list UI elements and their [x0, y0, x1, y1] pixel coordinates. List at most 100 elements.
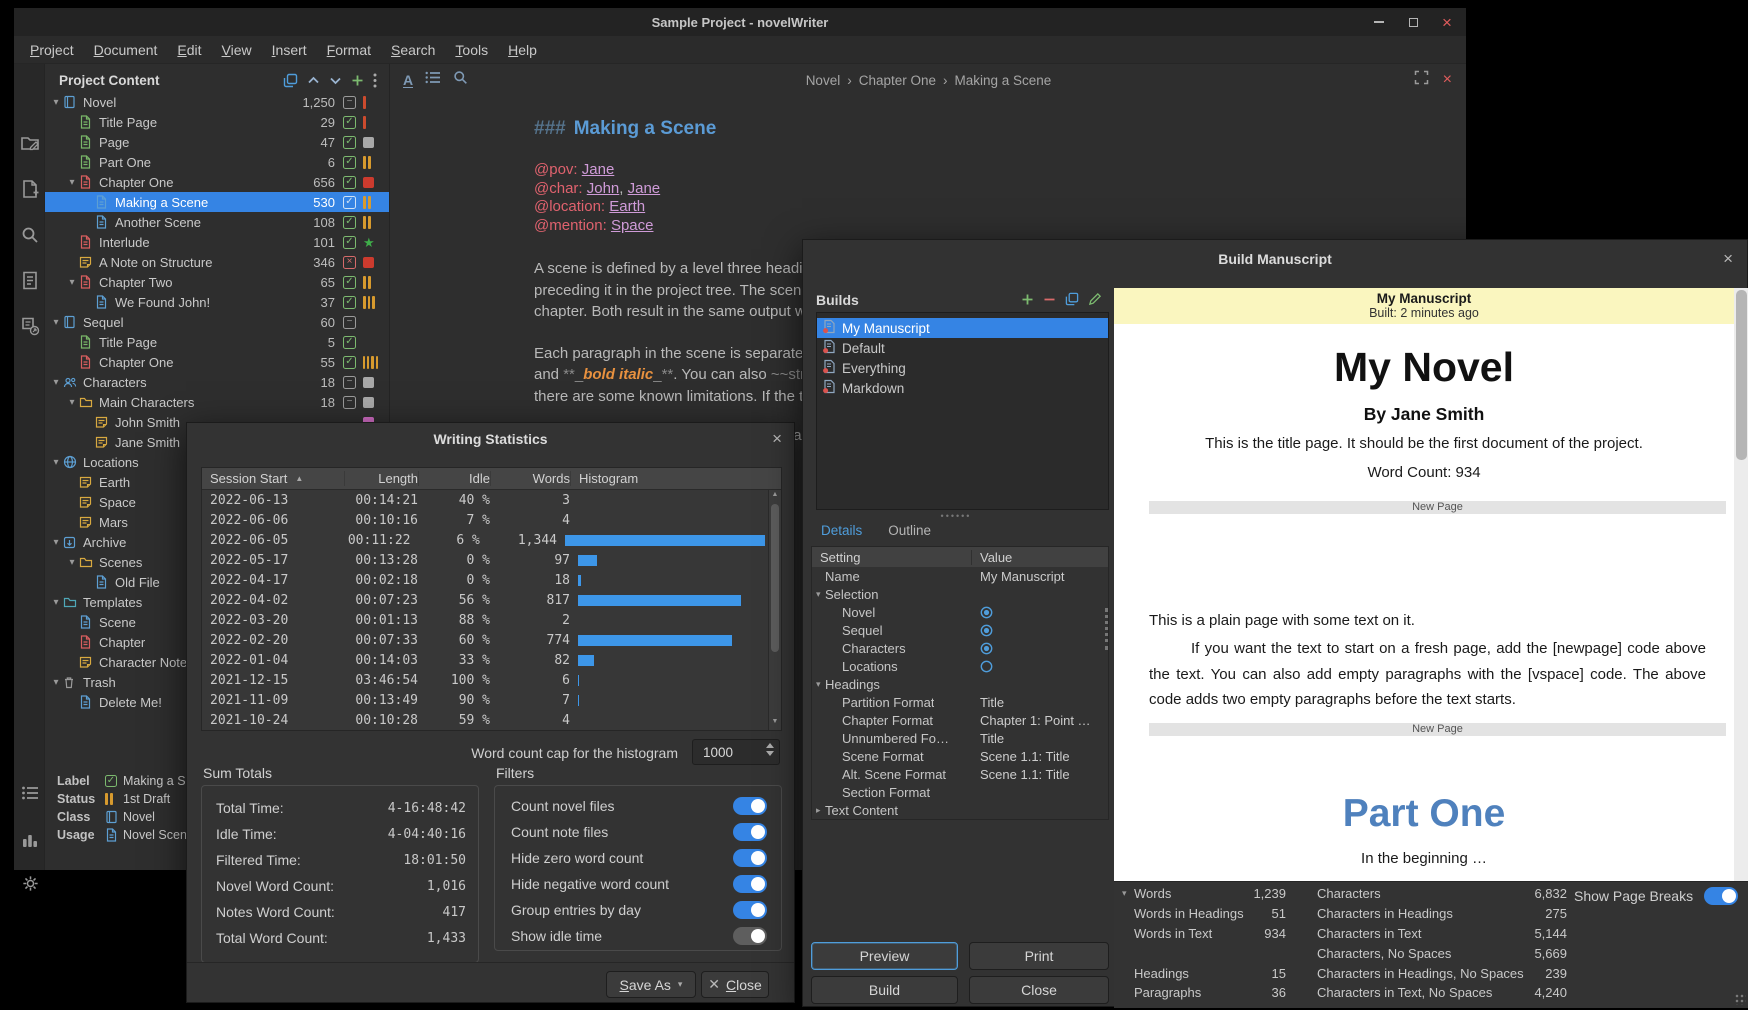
- expand-arrow-icon[interactable]: ▾: [49, 97, 63, 108]
- included-checkbox[interactable]: ✓: [343, 216, 356, 229]
- expand-arrow-icon[interactable]: ▾: [49, 597, 63, 608]
- tree-row-main-characters[interactable]: ▾ Main Characters 18 −: [45, 392, 389, 412]
- session-row[interactable]: 2021-11-0900:13:49 90 %7: [202, 690, 781, 710]
- tag-link[interactable]: Jane: [582, 161, 615, 178]
- tab-details[interactable]: Details: [821, 523, 862, 538]
- menu-item-document[interactable]: Document: [84, 39, 168, 61]
- splitter-handle[interactable]: ••••••: [803, 511, 1109, 521]
- scrollbar-handle[interactable]: [771, 504, 779, 652]
- project-tree-icon[interactable]: [19, 132, 41, 154]
- toggle-count-novel-files[interactable]: [733, 797, 767, 815]
- included-checkbox[interactable]: ✓: [343, 356, 356, 369]
- tag-link[interactable]: Earth: [609, 198, 645, 215]
- tree-row-page[interactable]: Page 47 ✓: [45, 132, 389, 152]
- col-idle[interactable]: Idle: [418, 471, 490, 486]
- session-row[interactable]: 2022-05-1700:13:28 0 %97: [202, 550, 781, 570]
- session-row[interactable]: 2021-10-2400:10:28 59 %4: [202, 710, 781, 730]
- menu-dots-icon[interactable]: [373, 73, 377, 88]
- move-down-icon[interactable]: [329, 76, 342, 85]
- menu-item-edit[interactable]: Edit: [167, 39, 211, 61]
- build-item-everything[interactable]: Everything: [817, 358, 1108, 378]
- session-row[interactable]: 2022-04-1700:02:18 0 %18: [202, 570, 781, 590]
- session-row[interactable]: 2022-06-0600:10:16 7 %4: [202, 510, 781, 530]
- included-checkbox[interactable]: ✓: [343, 336, 356, 349]
- session-row[interactable]: 2021-12-1503:46:54 100 %6: [202, 670, 781, 690]
- setting-row-locations[interactable]: Locations: [812, 657, 1108, 675]
- tree-row-a-note-on-structure[interactable]: A Note on Structure 346 ×: [45, 252, 389, 272]
- expand-arrow-icon[interactable]: ▾: [49, 377, 63, 388]
- move-up-icon[interactable]: [307, 76, 320, 85]
- close-button[interactable]: ✕Close: [701, 971, 769, 998]
- included-checkbox[interactable]: ✓: [343, 116, 356, 129]
- setting-row-scene-format[interactable]: Scene FormatScene 1.1: Title: [812, 747, 1108, 765]
- expand-arrow-icon[interactable]: ▾: [49, 677, 63, 688]
- add-icon[interactable]: [351, 74, 364, 87]
- included-checkbox[interactable]: ✓: [343, 276, 356, 289]
- expand-arrow-icon[interactable]: ▸: [812, 805, 825, 816]
- close-button[interactable]: Close: [969, 976, 1109, 1004]
- included-checkbox[interactable]: ✓: [343, 236, 356, 249]
- spin-down-icon[interactable]: [766, 751, 774, 756]
- close-icon[interactable]: ×: [1723, 250, 1733, 267]
- included-checkbox[interactable]: ✓: [343, 156, 356, 169]
- writing-stats-icon[interactable]: [19, 829, 41, 851]
- preview-button[interactable]: Preview: [811, 942, 958, 970]
- menu-item-view[interactable]: View: [212, 39, 262, 61]
- col-length[interactable]: Length: [344, 471, 418, 486]
- maximize-icon[interactable]: [1404, 13, 1422, 31]
- session-row[interactable]: 2022-06-0500:11:22 6 %1,344: [202, 530, 781, 550]
- spin-up-icon[interactable]: [766, 743, 774, 748]
- tree-row-making-a-scene[interactable]: Making a Scene 530 ✓: [45, 192, 389, 212]
- included-checkbox[interactable]: ✓: [343, 136, 356, 149]
- tree-row-chapter-one[interactable]: Chapter One 55 ✓: [45, 352, 389, 372]
- build-button[interactable]: Build: [811, 976, 958, 1004]
- expand-arrow-icon[interactable]: ▾: [65, 277, 79, 288]
- radio-locations[interactable]: [980, 660, 993, 673]
- close-icon[interactable]: ×: [1443, 73, 1452, 87]
- breadcrumb-item[interactable]: Chapter One: [859, 73, 936, 88]
- included-checkbox[interactable]: ✓: [343, 296, 356, 309]
- scroll-up-icon[interactable]: ▲: [769, 491, 781, 502]
- settings-icon[interactable]: [19, 872, 41, 894]
- tree-row-interlude[interactable]: Interlude 101 ✓ ★: [45, 232, 389, 252]
- menu-item-project[interactable]: Project: [20, 39, 84, 61]
- scroll-down-icon[interactable]: ▼: [769, 718, 781, 729]
- setting-row-alt-scene-format[interactable]: Alt. Scene FormatScene 1.1: Title: [812, 765, 1108, 783]
- tree-row-part-one[interactable]: Part One 6 ✓: [45, 152, 389, 172]
- radio-sequel[interactable]: [980, 624, 993, 637]
- minimize-icon[interactable]: [1370, 13, 1388, 31]
- expand-arrow-icon[interactable]: ▾: [49, 537, 63, 548]
- setting-row-text-content[interactable]: ▸ Text Content: [812, 801, 1108, 819]
- session-row[interactable]: 2022-03-2000:01:13 88 %2: [202, 610, 781, 630]
- build-item-default[interactable]: Default: [817, 338, 1108, 358]
- tree-row-novel[interactable]: ▾ Novel 1,250 −: [45, 92, 389, 112]
- included-checkbox[interactable]: −: [343, 396, 356, 409]
- menu-item-search[interactable]: Search: [381, 39, 445, 61]
- session-row[interactable]: 2022-01-0400:14:03 33 %82: [202, 650, 781, 670]
- setting-row-name[interactable]: NameMy Manuscript: [812, 567, 1108, 585]
- tree-row-another-scene[interactable]: Another Scene 108 ✓: [45, 212, 389, 232]
- expand-arrow-icon[interactable]: ▾: [65, 557, 79, 568]
- setting-row-characters[interactable]: Characters: [812, 639, 1108, 657]
- tag-link[interactable]: Space: [611, 217, 654, 234]
- build-export-icon[interactable]: [19, 315, 41, 337]
- setting-row-sequel[interactable]: Sequel: [812, 621, 1108, 639]
- edit-icon[interactable]: [1088, 292, 1102, 306]
- setting-row-partition-format[interactable]: Partition FormatTitle: [812, 693, 1108, 711]
- setting-row-headings[interactable]: ▾ Headings: [812, 675, 1108, 693]
- toggle-hide-zero-word-count[interactable]: [733, 849, 767, 867]
- remove-icon[interactable]: [1043, 293, 1056, 306]
- radio-characters[interactable]: [980, 642, 993, 655]
- tree-row-title-page[interactable]: Title Page 5 ✓: [45, 332, 389, 352]
- preview-scrollbar[interactable]: [1734, 288, 1748, 881]
- tree-row-title-page[interactable]: Title Page 29 ✓: [45, 112, 389, 132]
- histogram-cap-spinbox[interactable]: 1000: [692, 739, 780, 765]
- included-checkbox[interactable]: −: [343, 96, 356, 109]
- show-page-breaks-toggle[interactable]: [1704, 887, 1738, 905]
- expand-arrow-icon[interactable]: ▾: [65, 397, 79, 408]
- col-words[interactable]: Words: [490, 471, 570, 486]
- add-icon[interactable]: [1021, 293, 1034, 306]
- focus-mode-icon[interactable]: [1414, 70, 1429, 90]
- resize-grip[interactable]: [1734, 993, 1746, 1005]
- included-checkbox[interactable]: ✓: [343, 176, 356, 189]
